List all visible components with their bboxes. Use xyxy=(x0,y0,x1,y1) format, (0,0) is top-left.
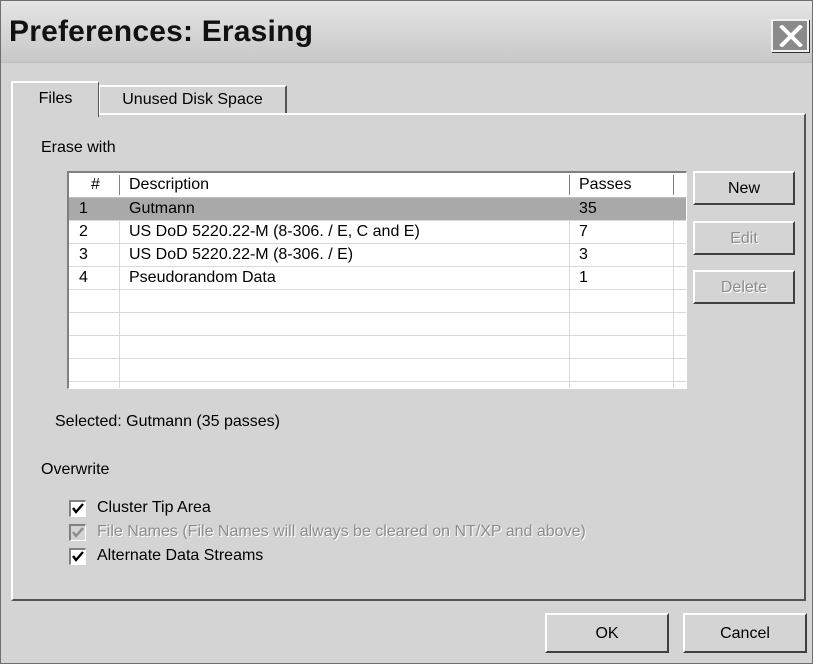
cluster-tip-label[interactable]: Cluster Tip Area xyxy=(97,499,211,517)
column-header-description[interactable]: Description xyxy=(129,176,209,194)
checkmark-icon xyxy=(72,551,84,562)
checkmark-icon xyxy=(72,503,84,514)
row-number: 2 xyxy=(79,223,88,240)
column-divider[interactable] xyxy=(673,175,674,195)
row-number: 1 xyxy=(79,200,88,217)
empty-row xyxy=(69,290,686,313)
alternate-data-streams-label[interactable]: Alternate Data Streams xyxy=(97,547,263,565)
selected-method-text: Selected: Gutmann (35 passes) xyxy=(55,413,281,430)
alternate-data-streams-checkbox[interactable] xyxy=(69,548,86,565)
row-description: Gutmann xyxy=(129,200,195,217)
row-description: Pseudorandom Data xyxy=(129,269,276,286)
row-passes: 3 xyxy=(579,246,588,263)
cluster-tip-checkbox[interactable] xyxy=(69,500,86,517)
tab-control: Unused Disk Space Files Erase with # Des… xyxy=(11,81,806,601)
list-header: # Description Passes xyxy=(69,173,686,198)
row-passes: 1 xyxy=(579,269,588,286)
file-names-label[interactable]: File Names (File Names will always be cl… xyxy=(97,523,586,541)
list-item[interactable]: 2 US DoD 5220.22-M (8-306. / E, C and E)… xyxy=(69,221,686,244)
ok-button[interactable]: OK xyxy=(545,613,669,653)
column-divider[interactable] xyxy=(119,175,120,195)
checkmark-icon xyxy=(72,527,84,538)
new-button[interactable]: New xyxy=(693,171,795,205)
list-item[interactable]: 3 US DoD 5220.22-M (8-306. / E) 3 xyxy=(69,244,686,267)
row-passes: 7 xyxy=(579,223,588,240)
close-button[interactable] xyxy=(771,19,809,52)
title-bar[interactable]: Preferences: Erasing xyxy=(1,1,812,63)
list-item[interactable]: 4 Pseudorandom Data 1 xyxy=(69,267,686,290)
column-header-number[interactable]: # xyxy=(91,176,100,194)
row-description: US DoD 5220.22-M (8-306. / E, C and E) xyxy=(129,223,420,240)
empty-row xyxy=(69,336,686,359)
files-tab-panel: Erase with # Description Passes 1 Gutman… xyxy=(11,113,806,601)
row-number: 3 xyxy=(79,246,88,263)
row-number: 4 xyxy=(79,269,88,286)
empty-row xyxy=(69,359,686,382)
column-divider[interactable] xyxy=(569,175,570,195)
delete-button[interactable]: Delete xyxy=(693,270,795,304)
list-item[interactable]: 1 Gutmann 35 xyxy=(69,198,686,221)
erase-method-list[interactable]: # Description Passes 1 Gutmann 35 2 US D… xyxy=(67,171,687,389)
window-title: Preferences: Erasing xyxy=(9,15,314,48)
erase-with-label: Erase with xyxy=(41,139,116,156)
overwrite-label: Overwrite xyxy=(41,461,110,478)
tab-unused-disk-space[interactable]: Unused Disk Space xyxy=(99,85,287,114)
row-description: US DoD 5220.22-M (8-306. / E) xyxy=(129,246,354,263)
row-passes: 35 xyxy=(579,200,597,217)
file-names-checkbox[interactable] xyxy=(69,524,86,541)
column-header-passes[interactable]: Passes xyxy=(579,176,631,194)
preferences-window: Preferences: Erasing Unused Disk Space F… xyxy=(0,0,813,664)
close-icon xyxy=(779,25,803,47)
empty-row xyxy=(69,313,686,336)
tab-files[interactable]: Files xyxy=(11,81,99,117)
cancel-button[interactable]: Cancel xyxy=(683,613,807,653)
edit-button[interactable]: Edit xyxy=(693,221,795,255)
